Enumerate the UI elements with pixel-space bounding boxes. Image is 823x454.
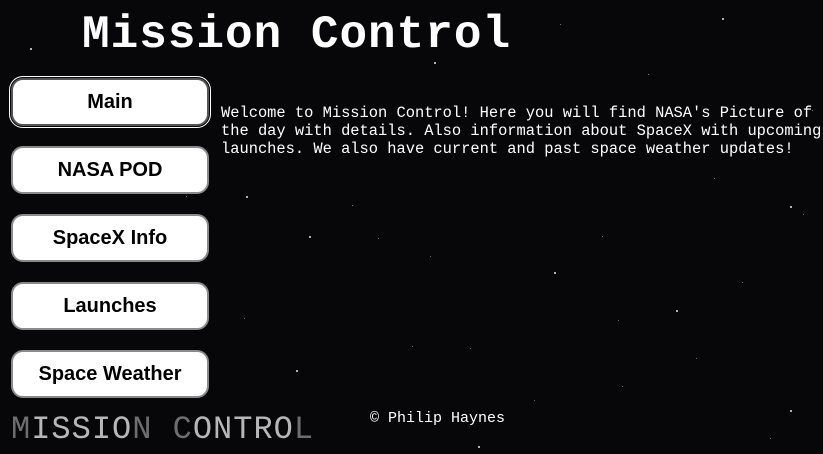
- logo-letters: N: [132, 411, 173, 448]
- nav-main-button[interactable]: Main: [9, 76, 211, 128]
- star: [770, 438, 771, 439]
- star: [352, 205, 353, 206]
- star: [722, 18, 724, 20]
- star: [790, 206, 792, 208]
- star: [309, 236, 311, 238]
- star: [803, 214, 804, 215]
- star: [412, 346, 413, 347]
- star: [622, 386, 623, 387]
- nav-space-weather-button[interactable]: Space Weather: [11, 350, 209, 398]
- star: [602, 236, 603, 237]
- star: [696, 358, 697, 359]
- star: [430, 256, 431, 257]
- star: [618, 320, 619, 321]
- nav-nasa-pod-button[interactable]: NASA POD: [11, 146, 209, 194]
- star: [560, 24, 561, 25]
- star: [378, 238, 379, 239]
- main-navigation: Main NASA POD SpaceX Info Launches Space…: [9, 76, 211, 418]
- star: [30, 48, 32, 50]
- copyright-text: © Philip Haynes: [370, 410, 506, 427]
- welcome-text: Welcome to Mission Control! Here you wil…: [221, 104, 822, 158]
- star: [742, 282, 743, 283]
- footer-logo: MISSION CONTROL: [11, 412, 314, 447]
- logo-letter: L: [293, 411, 315, 448]
- page-title: Mission Control: [82, 9, 512, 61]
- star: [296, 370, 298, 372]
- star: [714, 178, 715, 179]
- star: [790, 410, 792, 412]
- logo-letter: M: [11, 411, 32, 448]
- star: [470, 348, 471, 349]
- logo-letters: ONTRO: [192, 411, 294, 448]
- star: [246, 196, 248, 198]
- star: [434, 62, 436, 64]
- nav-spacex-info-button[interactable]: SpaceX Info: [11, 214, 209, 262]
- nav-launches-button[interactable]: Launches: [11, 282, 209, 330]
- logo-letters: ISSIO: [31, 411, 133, 448]
- logo-letter: C: [172, 411, 193, 448]
- star: [676, 310, 678, 312]
- star: [478, 446, 480, 448]
- star: [534, 400, 535, 401]
- star: [554, 272, 556, 274]
- star: [244, 318, 245, 319]
- star: [648, 74, 649, 75]
